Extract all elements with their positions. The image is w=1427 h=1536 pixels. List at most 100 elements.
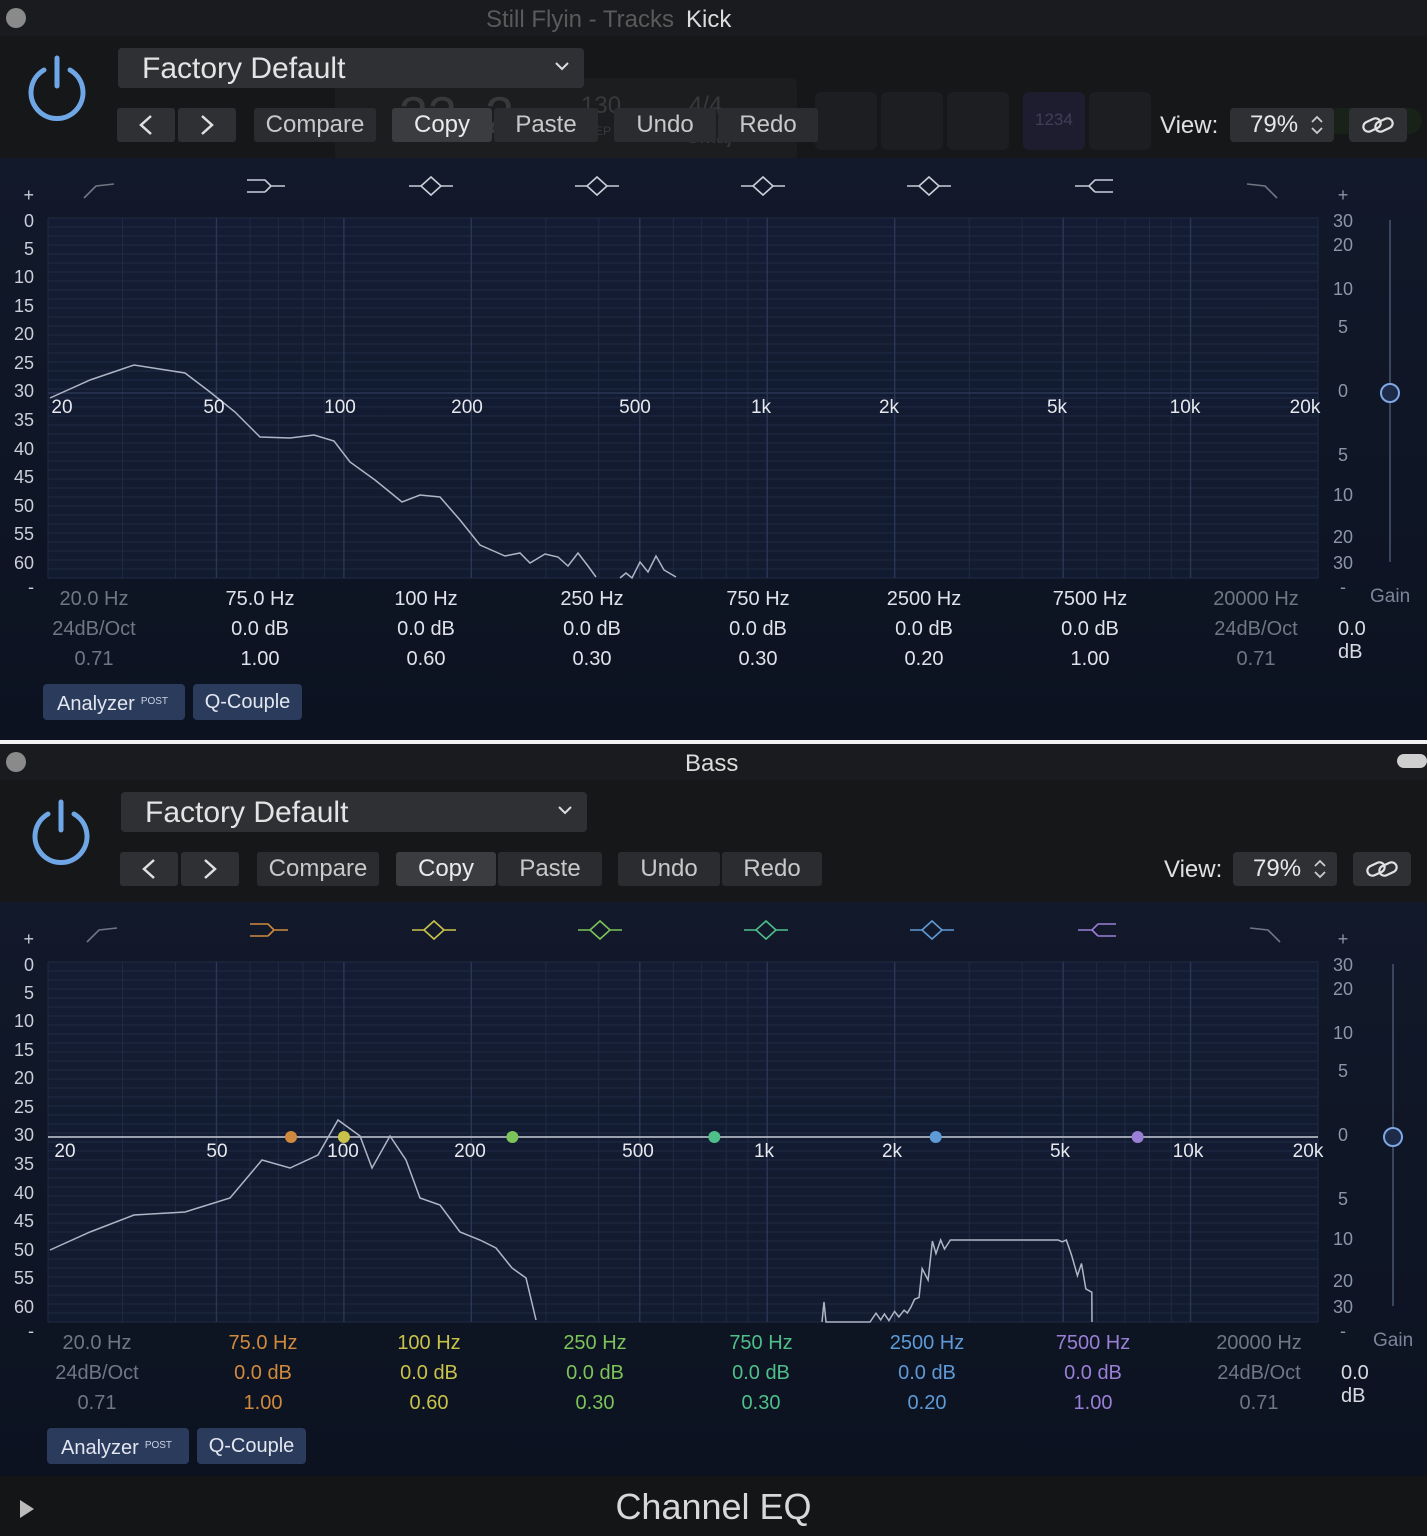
redo-button[interactable]: Redo [722, 852, 822, 886]
master-gain-value[interactable]: 0.0 dB [1341, 1362, 1369, 1408]
band-freq-value[interactable]: 7500 Hz [1018, 1332, 1168, 1355]
link-button[interactable] [1349, 108, 1407, 142]
band-q-value[interactable]: 1.00 [1018, 1392, 1168, 1415]
band-gain-value[interactable]: 0.0 dB [1018, 1362, 1168, 1385]
eq-band-node[interactable] [708, 1131, 721, 1143]
band-q-value[interactable]: 0.71 [1184, 1392, 1334, 1415]
band-q-value[interactable]: 1.00 [188, 1392, 338, 1415]
band-gain-value[interactable]: 24dB/Oct [1184, 1362, 1334, 1385]
band-q-value[interactable]: 0.20 [849, 648, 999, 671]
eq-band-node[interactable] [1131, 1131, 1144, 1143]
band-freq-value[interactable]: 75.0 Hz [185, 588, 335, 611]
previous-preset-button[interactable] [120, 852, 178, 886]
next-preset-button[interactable] [181, 852, 239, 886]
view-zoom-stepper[interactable]: 79% [1230, 108, 1334, 142]
bell-icon[interactable] [910, 919, 954, 941]
band-gain-value[interactable]: 0.0 dB [188, 1362, 338, 1385]
high-cut-icon[interactable] [1246, 183, 1278, 199]
band-freq-value[interactable]: 75.0 Hz [188, 1332, 338, 1355]
band-q-value[interactable]: 0.60 [354, 1392, 504, 1415]
paste-button[interactable]: Paste [498, 852, 602, 886]
paste-button[interactable]: Paste [494, 108, 598, 142]
band-q-value[interactable]: 0.30 [520, 1392, 670, 1415]
band-freq-value[interactable]: 2500 Hz [852, 1332, 1002, 1355]
low-cut-icon[interactable] [86, 927, 118, 943]
band-freq-value[interactable]: 2500 Hz [849, 588, 999, 611]
band-gain-value[interactable]: 24dB/Oct [22, 1362, 172, 1385]
high-shelf-icon[interactable] [1075, 179, 1113, 193]
band-q-value[interactable]: 0.20 [852, 1392, 1002, 1415]
band-q-value[interactable]: 0.71 [22, 1392, 172, 1415]
compare-button[interactable]: Compare [257, 852, 379, 886]
master-gain-slider[interactable] [1380, 383, 1400, 403]
q-couple-button[interactable]: Q-Couple [193, 684, 302, 720]
band-q-value[interactable]: 1.00 [185, 648, 335, 671]
band-q-value[interactable]: 0.30 [517, 648, 667, 671]
next-preset-button[interactable] [178, 108, 236, 142]
close-window-button[interactable] [6, 752, 26, 772]
bell-icon[interactable] [575, 175, 619, 197]
copy-button[interactable]: Copy [396, 852, 496, 886]
analyzer-button[interactable]: Analyzer POST [47, 1428, 189, 1464]
band-gain-value[interactable]: 0.0 dB [849, 618, 999, 641]
eq-band-node[interactable] [506, 1131, 519, 1143]
bell-icon[interactable] [741, 175, 785, 197]
band-freq-value[interactable]: 750 Hz [683, 588, 833, 611]
view-zoom-stepper[interactable]: 79% [1233, 852, 1337, 886]
band-q-value[interactable]: 0.60 [351, 648, 501, 671]
copy-button[interactable]: Copy [392, 108, 492, 142]
band-freq-value[interactable]: 20000 Hz [1181, 588, 1331, 611]
band-gain-value[interactable]: 0.0 dB [354, 1362, 504, 1385]
band-freq-value[interactable]: 100 Hz [354, 1332, 504, 1355]
bell-icon[interactable] [409, 175, 453, 197]
q-couple-button[interactable]: Q-Couple [197, 1428, 306, 1464]
band-q-value[interactable]: 0.30 [683, 648, 833, 671]
band-gain-value[interactable]: 0.0 dB [686, 1362, 836, 1385]
bell-icon[interactable] [744, 919, 788, 941]
band-q-value[interactable]: 1.00 [1015, 648, 1165, 671]
eq-graph[interactable] [0, 902, 1427, 1476]
bell-icon[interactable] [907, 175, 951, 197]
band-freq-value[interactable]: 20.0 Hz [19, 588, 169, 611]
band-freq-value[interactable]: 20000 Hz [1184, 1332, 1334, 1355]
undo-button[interactable]: Undo [618, 852, 720, 886]
eq-display-panel[interactable]: +0 5 10 15 20 25 30 35 40 45 50 55 60- +30 20 10 5 0 5 10 20… [0, 902, 1427, 1476]
band-gain-value[interactable]: 0.0 dB [185, 618, 335, 641]
high-shelf-icon[interactable] [1078, 923, 1116, 937]
band-gain-value[interactable]: 24dB/Oct [19, 618, 169, 641]
preset-dropdown[interactable]: Factory Default [121, 792, 587, 832]
redo-button[interactable]: Redo [718, 108, 818, 142]
master-gain-value[interactable]: 0.0 dB [1338, 618, 1366, 664]
low-cut-icon[interactable] [83, 183, 115, 199]
band-freq-value[interactable]: 250 Hz [517, 588, 667, 611]
low-shelf-icon[interactable] [250, 923, 288, 937]
band-q-value[interactable]: 0.71 [19, 648, 169, 671]
power-icon[interactable] [22, 52, 92, 122]
analyzer-button[interactable]: Analyzer POST [43, 684, 185, 720]
eq-display-panel[interactable]: +0 5 10 15 20 25 30 35 40 45 50 55 60- +30 20 10 5 0 5 10 20… [0, 158, 1427, 740]
preset-dropdown[interactable]: Factory Default [118, 48, 584, 88]
band-gain-value[interactable]: 24dB/Oct [1181, 618, 1331, 641]
band-gain-value[interactable]: 0.0 dB [852, 1362, 1002, 1385]
master-gain-slider[interactable] [1383, 1127, 1403, 1147]
band-gain-value[interactable]: 0.0 dB [1015, 618, 1165, 641]
window-resize-pill[interactable] [1397, 754, 1427, 768]
band-q-value[interactable]: 0.30 [686, 1392, 836, 1415]
low-shelf-icon[interactable] [247, 179, 285, 193]
band-freq-value[interactable]: 20.0 Hz [22, 1332, 172, 1355]
bell-icon[interactable] [578, 919, 622, 941]
band-freq-value[interactable]: 750 Hz [686, 1332, 836, 1355]
compare-button[interactable]: Compare [254, 108, 376, 142]
band-gain-value[interactable]: 0.0 dB [683, 618, 833, 641]
band-freq-value[interactable]: 7500 Hz [1015, 588, 1165, 611]
bell-icon[interactable] [412, 919, 456, 941]
close-window-button[interactable] [6, 8, 26, 28]
band-freq-value[interactable]: 100 Hz [351, 588, 501, 611]
band-q-value[interactable]: 0.71 [1181, 648, 1331, 671]
link-button[interactable] [1353, 852, 1411, 886]
band-freq-value[interactable]: 250 Hz [520, 1332, 670, 1355]
high-cut-icon[interactable] [1249, 927, 1281, 943]
band-gain-value[interactable]: 0.0 dB [520, 1362, 670, 1385]
eq-band-node[interactable] [929, 1131, 942, 1143]
previous-preset-button[interactable] [117, 108, 175, 142]
